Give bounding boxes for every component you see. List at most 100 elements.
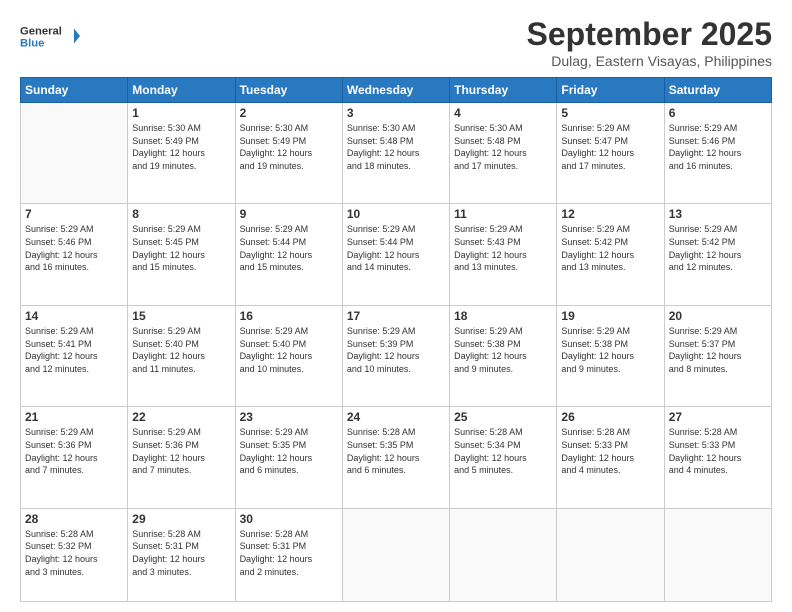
day-info: Sunrise: 5:29 AM Sunset: 5:42 PM Dayligh… [561, 223, 659, 273]
day-number: 12 [561, 207, 659, 221]
day-info: Sunrise: 5:29 AM Sunset: 5:44 PM Dayligh… [347, 223, 445, 273]
day-info: Sunrise: 5:29 AM Sunset: 5:45 PM Dayligh… [132, 223, 230, 273]
location: Dulag, Eastern Visayas, Philippines [527, 53, 772, 69]
day-info: Sunrise: 5:28 AM Sunset: 5:34 PM Dayligh… [454, 426, 552, 476]
day-number: 15 [132, 309, 230, 323]
day-number: 14 [25, 309, 123, 323]
table-row [342, 508, 449, 601]
day-number: 4 [454, 106, 552, 120]
day-info: Sunrise: 5:30 AM Sunset: 5:49 PM Dayligh… [132, 122, 230, 172]
table-row: 14 Sunrise: 5:29 AM Sunset: 5:41 PM Dayli… [21, 305, 128, 406]
day-number: 19 [561, 309, 659, 323]
table-row: 1 Sunrise: 5:30 AM Sunset: 5:49 PM Daylig… [128, 103, 235, 204]
table-row: 24 Sunrise: 5:28 AM Sunset: 5:35 PM Dayli… [342, 407, 449, 508]
day-number: 23 [240, 410, 338, 424]
day-number: 3 [347, 106, 445, 120]
table-row: 5 Sunrise: 5:29 AM Sunset: 5:47 PM Daylig… [557, 103, 664, 204]
day-info: Sunrise: 5:29 AM Sunset: 5:37 PM Dayligh… [669, 325, 767, 375]
table-row: 4 Sunrise: 5:30 AM Sunset: 5:48 PM Daylig… [450, 103, 557, 204]
day-number: 5 [561, 106, 659, 120]
header-thursday: Thursday [450, 78, 557, 103]
table-row: 16 Sunrise: 5:29 AM Sunset: 5:40 PM Dayli… [235, 305, 342, 406]
svg-text:General: General [20, 26, 62, 38]
day-info: Sunrise: 5:28 AM Sunset: 5:33 PM Dayligh… [561, 426, 659, 476]
table-row: 23 Sunrise: 5:29 AM Sunset: 5:35 PM Dayli… [235, 407, 342, 508]
day-info: Sunrise: 5:29 AM Sunset: 5:47 PM Dayligh… [561, 122, 659, 172]
table-row: 30 Sunrise: 5:28 AM Sunset: 5:31 PM Dayli… [235, 508, 342, 601]
table-row: 18 Sunrise: 5:29 AM Sunset: 5:38 PM Dayli… [450, 305, 557, 406]
day-number: 18 [454, 309, 552, 323]
table-row [21, 103, 128, 204]
header-saturday: Saturday [664, 78, 771, 103]
day-info: Sunrise: 5:28 AM Sunset: 5:31 PM Dayligh… [240, 528, 338, 578]
header-monday: Monday [128, 78, 235, 103]
day-number: 20 [669, 309, 767, 323]
day-info: Sunrise: 5:29 AM Sunset: 5:39 PM Dayligh… [347, 325, 445, 375]
day-number: 29 [132, 512, 230, 526]
day-number: 6 [669, 106, 767, 120]
table-row: 11 Sunrise: 5:29 AM Sunset: 5:43 PM Dayli… [450, 204, 557, 305]
day-number: 7 [25, 207, 123, 221]
day-info: Sunrise: 5:28 AM Sunset: 5:32 PM Dayligh… [25, 528, 123, 578]
day-info: Sunrise: 5:30 AM Sunset: 5:48 PM Dayligh… [347, 122, 445, 172]
day-info: Sunrise: 5:28 AM Sunset: 5:33 PM Dayligh… [669, 426, 767, 476]
day-number: 30 [240, 512, 338, 526]
day-info: Sunrise: 5:29 AM Sunset: 5:38 PM Dayligh… [561, 325, 659, 375]
table-row: 2Sunrise: 5:30 AM Sunset: 5:49 PM Daylig… [235, 103, 342, 204]
day-number: 22 [132, 410, 230, 424]
day-number: 26 [561, 410, 659, 424]
day-number: 16 [240, 309, 338, 323]
day-number: 24 [347, 410, 445, 424]
table-row [557, 508, 664, 601]
day-number: 2 [240, 106, 338, 120]
table-row: 20 Sunrise: 5:29 AM Sunset: 5:37 PM Dayli… [664, 305, 771, 406]
day-number: 28 [25, 512, 123, 526]
day-info: Sunrise: 5:28 AM Sunset: 5:31 PM Dayligh… [132, 528, 230, 578]
header-wednesday: Wednesday [342, 78, 449, 103]
day-info: Sunrise: 5:29 AM Sunset: 5:43 PM Dayligh… [454, 223, 552, 273]
table-row: 3 Sunrise: 5:30 AM Sunset: 5:48 PM Daylig… [342, 103, 449, 204]
day-number: 13 [669, 207, 767, 221]
table-row: 10 Sunrise: 5:29 AM Sunset: 5:44 PM Dayli… [342, 204, 449, 305]
day-number: 21 [25, 410, 123, 424]
day-number: 11 [454, 207, 552, 221]
page: General Blue September 2025 Dulag, Easte… [0, 0, 792, 612]
day-number: 1 [132, 106, 230, 120]
table-row: 28 Sunrise: 5:28 AM Sunset: 5:32 PM Dayli… [21, 508, 128, 601]
day-info: Sunrise: 5:29 AM Sunset: 5:36 PM Dayligh… [132, 426, 230, 476]
day-info: Sunrise: 5:28 AM Sunset: 5:35 PM Dayligh… [347, 426, 445, 476]
svg-text:Blue: Blue [20, 38, 44, 50]
day-info: Sunrise: 5:29 AM Sunset: 5:40 PM Dayligh… [240, 325, 338, 375]
day-info: Sunrise: 5:29 AM Sunset: 5:44 PM Dayligh… [240, 223, 338, 273]
day-info: Sunrise: 5:29 AM Sunset: 5:36 PM Dayligh… [25, 426, 123, 476]
calendar-table: Sunday Monday Tuesday Wednesday Thursday… [20, 77, 772, 602]
table-row: 19 Sunrise: 5:29 AM Sunset: 5:38 PM Dayli… [557, 305, 664, 406]
month-title: September 2025 [527, 16, 772, 53]
day-info: Sunrise: 5:30 AM Sunset: 5:48 PM Dayligh… [454, 122, 552, 172]
day-info: Sunrise: 5:29 AM Sunset: 5:46 PM Dayligh… [669, 122, 767, 172]
day-info: Sunrise: 5:29 AM Sunset: 5:41 PM Dayligh… [25, 325, 123, 375]
day-number: 9 [240, 207, 338, 221]
day-number: 25 [454, 410, 552, 424]
day-info: Sunrise: 5:29 AM Sunset: 5:46 PM Dayligh… [25, 223, 123, 273]
weekday-header-row: Sunday Monday Tuesday Wednesday Thursday… [21, 78, 772, 103]
header: General Blue September 2025 Dulag, Easte… [20, 16, 772, 69]
day-number: 17 [347, 309, 445, 323]
day-info: Sunrise: 5:29 AM Sunset: 5:40 PM Dayligh… [132, 325, 230, 375]
table-row: 22 Sunrise: 5:29 AM Sunset: 5:36 PM Dayli… [128, 407, 235, 508]
logo: General Blue [20, 16, 80, 56]
title-block: September 2025 Dulag, Eastern Visayas, P… [527, 16, 772, 69]
table-row: 17 Sunrise: 5:29 AM Sunset: 5:39 PM Dayli… [342, 305, 449, 406]
table-row: 12 Sunrise: 5:29 AM Sunset: 5:42 PM Dayli… [557, 204, 664, 305]
table-row [664, 508, 771, 601]
day-info: Sunrise: 5:29 AM Sunset: 5:38 PM Dayligh… [454, 325, 552, 375]
table-row: 8 Sunrise: 5:29 AM Sunset: 5:45 PM Daylig… [128, 204, 235, 305]
table-row: 7 Sunrise: 5:29 AM Sunset: 5:46 PM Daylig… [21, 204, 128, 305]
table-row: 21 Sunrise: 5:29 AM Sunset: 5:36 PM Dayli… [21, 407, 128, 508]
table-row [450, 508, 557, 601]
day-info: Sunrise: 5:29 AM Sunset: 5:35 PM Dayligh… [240, 426, 338, 476]
table-row: 6 Sunrise: 5:29 AM Sunset: 5:46 PM Daylig… [664, 103, 771, 204]
day-number: 8 [132, 207, 230, 221]
day-number: 27 [669, 410, 767, 424]
day-number: 10 [347, 207, 445, 221]
